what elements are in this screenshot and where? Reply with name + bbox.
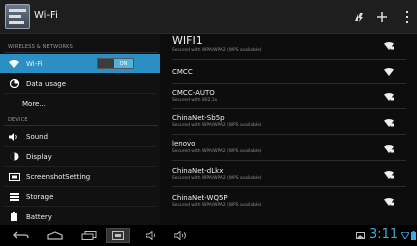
network-status: Secured with WPA/WPA2 (WPS available) <box>172 48 262 53</box>
wifi-signal-locked-icon <box>384 93 394 101</box>
settings-app-icon[interactable] <box>5 4 30 29</box>
toggle-state: ON <box>114 59 133 68</box>
wifi-signal-locked-icon <box>384 198 394 206</box>
wifi-icon <box>8 59 20 69</box>
status-clock[interactable]: 3:11 <box>369 227 398 242</box>
sidebar-item-label: Wi-Fi <box>26 59 43 68</box>
wps-icon[interactable] <box>350 8 368 26</box>
wifi-network-item[interactable]: WIFI1 Secured with WPA/WPA2 (WPS availab… <box>160 34 417 60</box>
sidebar-item-screenshot-setting[interactable]: ScreenshotSetting <box>0 167 160 186</box>
network-name: ChinaNet-dLkx <box>172 167 224 175</box>
network-status: Secured with WPA/WPA2 (WPS available) <box>172 149 262 154</box>
network-status: Secured with WPA/WPA2 (WPS available) <box>172 123 262 128</box>
wifi-signal-locked-icon <box>384 119 394 127</box>
wifi-network-item[interactable]: ChinaNet-WQ5P Secured with WPA/WPA2 (WPS… <box>160 188 417 210</box>
network-name: WIFI1 <box>172 34 203 47</box>
sidebar-item-label: ScreenshotSetting <box>26 172 91 181</box>
recent-apps-icon[interactable] <box>78 228 100 243</box>
network-name: CMCC-AUTO <box>172 89 215 97</box>
page-title: Wi-Fi <box>34 10 58 21</box>
network-name: ChinaNet-WQ5P <box>172 194 228 202</box>
sidebar-item-label: Display <box>26 152 52 161</box>
screenshot-button[interactable] <box>106 228 130 243</box>
network-name: CMCC <box>172 68 193 76</box>
sidebar-item-label: Battery <box>26 212 52 221</box>
sidebar-item-more[interactable]: More... <box>0 94 160 113</box>
settings-sidebar: WIRELESS & NETWORKS Wi-Fi ON Data usage … <box>0 34 160 225</box>
sidebar-item-label: Storage <box>26 192 54 201</box>
wifi-network-list: WIFI1 Secured with WPA/WPA2 (WPS availab… <box>160 34 417 225</box>
sidebar-item-label: Data usage <box>26 79 67 88</box>
network-status: Secured with 802.1x <box>172 98 218 103</box>
screenshot-icon <box>8 172 20 182</box>
sidebar-item-data-usage[interactable]: Data usage <box>0 74 160 93</box>
network-status: Secured with WPA/WPA2 (WPS available) <box>172 203 262 208</box>
display-icon <box>8 152 20 162</box>
section-header-device: DEVICE <box>8 117 28 123</box>
sidebar-item-battery[interactable]: Battery <box>0 207 160 226</box>
sidebar-item-storage[interactable]: Storage <box>0 187 160 206</box>
sidebar-item-label: Sound <box>26 132 49 141</box>
wifi-network-item[interactable]: lenovo Secured with WPA/WPA2 (WPS availa… <box>160 136 417 161</box>
network-name: ChinaNet-Sb5p <box>172 114 225 122</box>
overflow-menu-icon[interactable] <box>398 8 416 26</box>
action-bar: Wi-Fi <box>0 0 417 34</box>
section-header-wireless: WIRELESS & NETWORKS <box>8 44 73 50</box>
sidebar-item-wifi[interactable]: Wi-Fi ON <box>0 54 160 73</box>
wifi-toggle[interactable]: ON <box>97 58 134 69</box>
volume-down-icon[interactable] <box>144 228 160 243</box>
wifi-network-item[interactable]: ChinaNet-Sb5p Secured with WPA/WPA2 (WPS… <box>160 110 417 135</box>
add-network-icon[interactable] <box>373 8 391 26</box>
wifi-signal-locked-icon <box>384 145 394 153</box>
wifi-network-item[interactable]: ChinaNet-dLkx Secured with WPA/WPA2 (WPS… <box>160 162 417 187</box>
sound-icon <box>8 132 20 142</box>
network-status: Secured with WPA/WPA2 (WPS available) <box>172 176 262 181</box>
wifi-network-item[interactable]: CMCC-AUTO Secured with 802.1x <box>160 84 417 109</box>
gallery-notification-icon[interactable] <box>355 228 365 243</box>
system-navigation-bar: 3:11 <box>0 225 417 246</box>
wifi-signal-icon <box>384 68 394 76</box>
screenshot-icon <box>112 231 124 240</box>
storage-icon <box>8 192 20 202</box>
home-icon[interactable] <box>44 228 66 243</box>
volume-up-icon[interactable] <box>172 228 190 243</box>
wifi-network-item[interactable]: CMCC <box>160 61 417 84</box>
back-icon[interactable] <box>10 228 32 243</box>
sidebar-item-display[interactable]: Display <box>0 147 160 166</box>
wifi-signal-locked-icon <box>384 171 394 179</box>
battery-status-icon <box>410 228 416 243</box>
data-usage-icon <box>8 79 20 89</box>
wifi-status-icon <box>401 228 409 243</box>
battery-icon <box>8 212 20 222</box>
sidebar-item-sound[interactable]: Sound <box>0 127 160 146</box>
sidebar-item-label: More... <box>22 99 47 108</box>
wifi-signal-locked-icon <box>384 42 394 50</box>
network-name: lenovo <box>172 140 196 148</box>
